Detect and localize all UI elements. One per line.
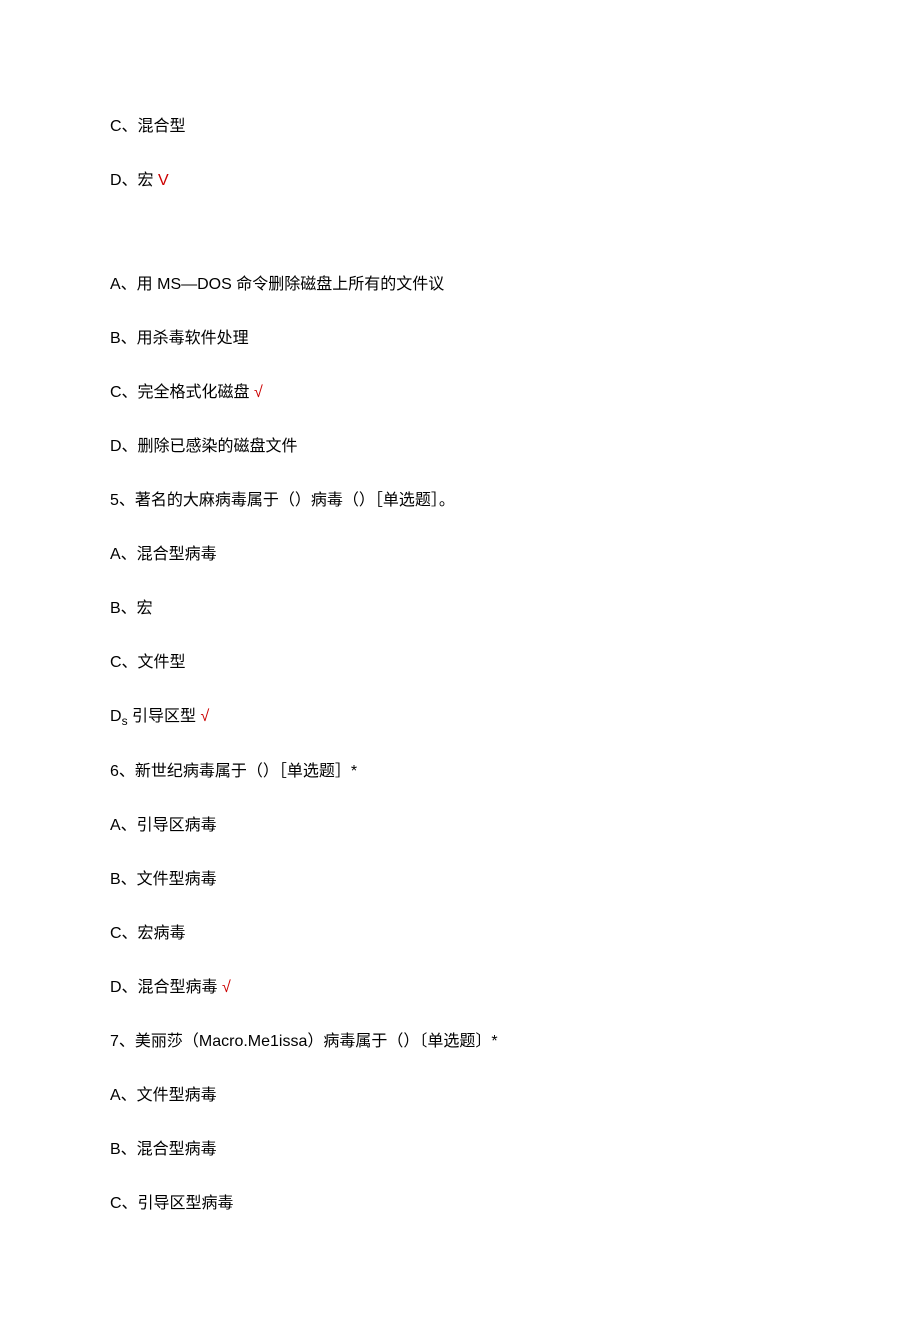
text-line: B、宏 xyxy=(110,597,810,621)
line-text: B、文件型病毒 xyxy=(110,871,217,888)
correct-mark-icon: √ xyxy=(218,979,231,996)
line-text: D、混合型病毒 xyxy=(110,979,218,996)
text-line: B、混合型病毒 xyxy=(110,1138,810,1162)
text-line: A、引导区病毒 xyxy=(110,814,810,838)
text-line: B、文件型病毒 xyxy=(110,868,810,892)
text-line: A、混合型病毒 xyxy=(110,543,810,567)
line-text: B、混合型病毒 xyxy=(110,1141,217,1158)
line-text: 6、新世纪病毒属于（）［单选题］* xyxy=(110,763,357,780)
line-text: 7、美丽莎（Macro.Me1issa）病毒属于（）〔单选题〕* xyxy=(110,1033,498,1050)
text-line xyxy=(110,223,810,243)
line-text: D、删除已感染的磁盘文件 xyxy=(110,438,298,455)
text-line: A、文件型病毒 xyxy=(110,1084,810,1108)
line-text: A、用 MS—DOS 命令删除磁盘上所有的文件议 xyxy=(110,276,444,293)
line-text: C、宏病毒 xyxy=(110,925,186,942)
text-line: B、用杀毒软件处理 xyxy=(110,327,810,351)
text-line: C、引导区型病毒 xyxy=(110,1192,810,1216)
text-line: A、用 MS—DOS 命令删除磁盘上所有的文件议 xyxy=(110,273,810,297)
line-text: A、文件型病毒 xyxy=(110,1087,217,1104)
line-text: A、混合型病毒 xyxy=(110,546,217,563)
text-line: Ds 引导区型 √ xyxy=(110,705,810,730)
text-line: 7、美丽莎（Macro.Me1issa）病毒属于（）〔单选题〕* xyxy=(110,1030,810,1054)
text-line: C、文件型 xyxy=(110,651,810,675)
text-line: D、混合型病毒 √ xyxy=(110,976,810,1000)
line-text: B、用杀毒软件处理 xyxy=(110,330,249,347)
line-text: D、宏 xyxy=(110,172,154,189)
text-line: 5、著名的大麻病毒属于（）病毒（）［单选题］。 xyxy=(110,489,810,513)
line-text: C、完全格式化磁盘 xyxy=(110,384,250,401)
text-line: C、混合型 xyxy=(110,115,810,139)
correct-mark-icon: √ xyxy=(196,708,209,725)
line-text-pre: D xyxy=(110,708,122,725)
line-text: C、混合型 xyxy=(110,118,186,135)
line-text: C、文件型 xyxy=(110,654,186,671)
line-text: 5、著名的大麻病毒属于（）病毒（）［单选题］。 xyxy=(110,492,455,509)
text-line: C、完全格式化磁盘 √ xyxy=(110,381,810,405)
line-text-post: 引导区型 xyxy=(128,708,196,725)
line-text: A、引导区病毒 xyxy=(110,817,217,834)
text-line: 6、新世纪病毒属于（）［单选题］* xyxy=(110,760,810,784)
text-line: D、宏 V xyxy=(110,169,810,193)
text-line: C、宏病毒 xyxy=(110,922,810,946)
line-text: C、引导区型病毒 xyxy=(110,1195,234,1212)
text-line: D、删除已感染的磁盘文件 xyxy=(110,435,810,459)
line-text: B、宏 xyxy=(110,600,153,617)
correct-mark-icon: V xyxy=(154,172,169,189)
correct-mark-icon: √ xyxy=(250,384,263,401)
